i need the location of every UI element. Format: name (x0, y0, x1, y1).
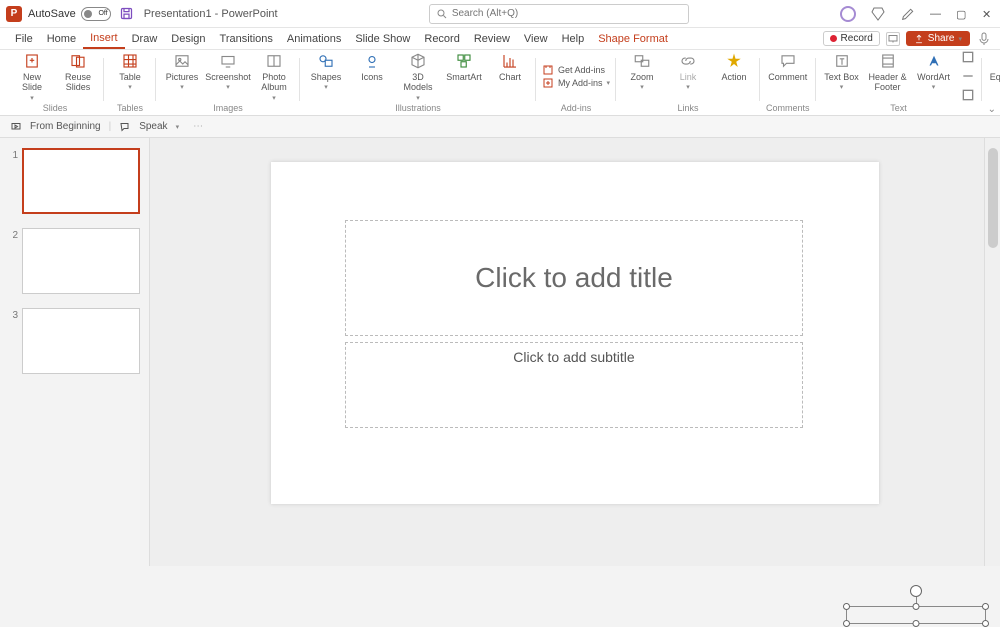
group-images: Pictures▾ Screenshot▾ Photo Album▾ Image… (156, 52, 300, 115)
resize-handle-ne[interactable] (982, 603, 989, 610)
maximize-button[interactable]: ▢ (956, 8, 968, 20)
speak-dropdown-icon[interactable]: ▾ (176, 123, 180, 131)
tab-design[interactable]: Design (164, 28, 212, 49)
photo-album-button[interactable]: Photo Album▾ (254, 52, 294, 103)
link-button[interactable]: Link▾ (668, 52, 708, 92)
resize-handle-sw[interactable] (843, 620, 850, 627)
tab-review[interactable]: Review (467, 28, 517, 49)
chart-button[interactable]: Chart (490, 52, 530, 82)
customize-qa-toolbar[interactable]: ⋯ (193, 121, 203, 132)
tab-transitions[interactable]: Transitions (213, 28, 280, 49)
tab-file[interactable]: File (8, 28, 40, 49)
slide-canvas[interactable]: Click to add title Click to add subtitle (150, 138, 1000, 566)
reuse-slides-button[interactable]: Reuse Slides (58, 52, 98, 93)
resize-handle-nw[interactable] (843, 603, 850, 610)
group-links: Zoom▾ Link▾ Action Links (616, 52, 760, 115)
share-button[interactable]: Share▾ (906, 31, 970, 46)
minimize-button[interactable]: — (930, 8, 942, 20)
rotate-handle[interactable] (910, 585, 922, 597)
diamond-icon[interactable] (870, 6, 886, 22)
search-input[interactable] (429, 4, 689, 24)
selected-shape[interactable] (846, 606, 986, 624)
from-beginning-button[interactable]: From Beginning (30, 121, 101, 132)
slide-thumbnails-panel[interactable]: 1 2 3 (0, 138, 150, 566)
scrollbar-thumb[interactable] (988, 148, 998, 248)
table-button[interactable]: Table▾ (110, 52, 150, 92)
close-button[interactable]: ✕ (982, 8, 994, 20)
textbox-button[interactable]: Text Box▾ (822, 52, 862, 92)
tab-help[interactable]: Help (555, 28, 592, 49)
account-icon[interactable] (840, 6, 856, 22)
save-icon[interactable] (119, 6, 134, 21)
group-illustrations: Shapes▾ Icons 3D Models▾ SmartArt Chart … (300, 52, 536, 115)
tab-shape-format[interactable]: Shape Format (591, 28, 675, 49)
comment-button[interactable]: Comment (768, 52, 808, 82)
group-tables: Table▾ Tables (104, 52, 156, 115)
equation-button[interactable]: Equation▾ (988, 52, 1000, 92)
tab-draw[interactable]: Draw (125, 28, 165, 49)
record-dot-icon (830, 35, 837, 42)
action-button[interactable]: Action (714, 52, 754, 82)
pencil-icon[interactable] (900, 6, 916, 22)
subtitle-placeholder[interactable]: Click to add subtitle (345, 342, 803, 428)
title-placeholder[interactable]: Click to add title (345, 220, 803, 336)
ribbon-collapse-icon[interactable]: ⌄ (988, 104, 996, 115)
powerpoint-badge-icon: P (6, 6, 22, 22)
present-button[interactable] (886, 32, 900, 46)
record-button[interactable]: Record (823, 31, 880, 46)
text-extra-buttons[interactable] (960, 52, 976, 100)
wordart-button[interactable]: WordArt▾ (914, 52, 954, 92)
smartart-button[interactable]: SmartArt (444, 52, 484, 82)
thumbnail-1[interactable] (22, 148, 140, 214)
header-footer-button[interactable]: Header & Footer (868, 52, 908, 93)
group-comments: Comment Comments (760, 52, 816, 115)
speak-icon[interactable] (119, 121, 131, 133)
thumbnail-2[interactable] (22, 228, 140, 294)
slide[interactable]: Click to add title Click to add subtitle (271, 162, 879, 504)
screenshot-button[interactable]: Screenshot▾ (208, 52, 248, 92)
zoom-button[interactable]: Zoom▾ (622, 52, 662, 92)
new-slide-button[interactable]: New Slide▾ (12, 52, 52, 103)
3d-models-button[interactable]: 3D Models▾ (398, 52, 438, 103)
pictures-button[interactable]: Pictures▾ (162, 52, 202, 92)
tab-record[interactable]: Record (417, 28, 466, 49)
tab-slideshow[interactable]: Slide Show (348, 28, 417, 49)
group-text: Text Box▾ Header & Footer WordArt▾ Text (816, 52, 982, 115)
mic-icon[interactable] (976, 31, 992, 47)
tab-insert[interactable]: Insert (83, 28, 125, 49)
tab-view[interactable]: View (517, 28, 555, 49)
tab-home[interactable]: Home (40, 28, 83, 49)
shapes-button[interactable]: Shapes▾ (306, 52, 346, 92)
thumbnail-3[interactable] (22, 308, 140, 374)
autosave-toggle[interactable]: Off (81, 7, 111, 21)
group-addins: Get Add-ins My Add-ins ▾ Add-ins (536, 52, 616, 115)
vertical-scrollbar[interactable] (984, 138, 1000, 566)
get-addins-button[interactable]: Get Add-ins (542, 64, 610, 76)
my-addins-button[interactable]: My Add-ins ▾ (542, 77, 610, 89)
group-slides: New Slide▾ Reuse Slides Slides (6, 52, 104, 115)
resize-handle-n[interactable] (913, 603, 920, 610)
document-title: Presentation1 - PowerPoint (144, 8, 278, 20)
search-icon (436, 8, 448, 20)
autosave-label: AutoSave (28, 8, 76, 20)
resize-handle-s[interactable] (913, 620, 920, 627)
from-beginning-icon[interactable] (10, 121, 22, 133)
icons-button[interactable]: Icons (352, 52, 392, 82)
speak-button[interactable]: Speak (139, 121, 167, 132)
tab-animations[interactable]: Animations (280, 28, 348, 49)
resize-handle-se[interactable] (982, 620, 989, 627)
